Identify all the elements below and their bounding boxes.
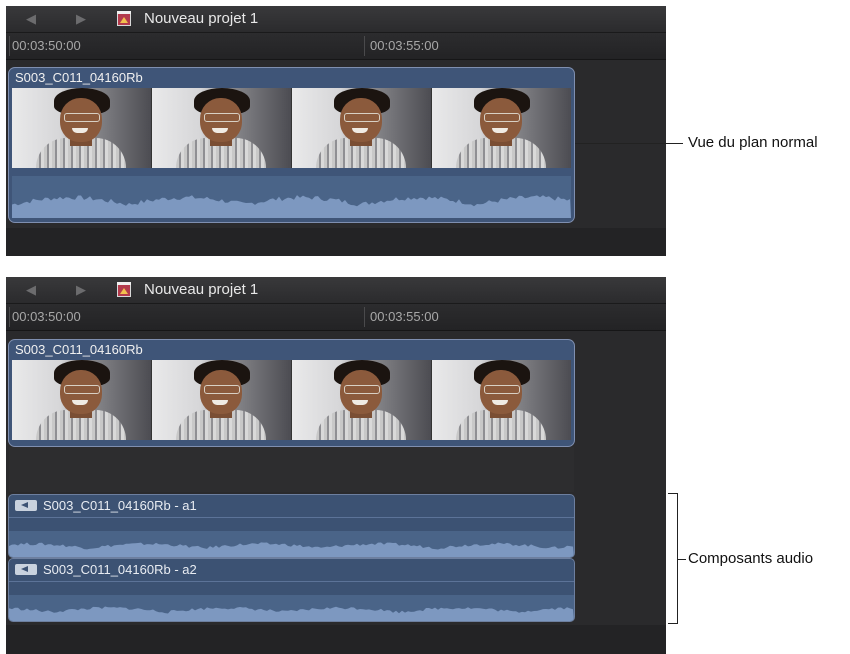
empty-track xyxy=(6,228,666,256)
back-arrow-icon[interactable]: ◀ xyxy=(26,282,36,298)
video-thumbnail xyxy=(292,360,431,440)
clip-name: S003_C011_04160Rb xyxy=(15,70,143,85)
callout-audio-components: Composants audio xyxy=(688,550,814,567)
ruler-tick xyxy=(9,307,10,327)
empty-track xyxy=(9,447,574,492)
video-thumbnail xyxy=(152,360,291,440)
waveform-shape xyxy=(12,195,571,218)
video-thumbnail xyxy=(12,88,151,168)
video-clip[interactable]: S003_C011_04160Rb xyxy=(9,340,574,446)
filmstrip xyxy=(12,88,571,168)
video-thumbnail xyxy=(12,360,151,440)
timeline-panel-normal: ◀ ▶ Nouveau projet 1 00:03:50:00 00:03:5… xyxy=(6,6,666,256)
project-icon xyxy=(117,11,131,26)
timeline-ruler[interactable]: 00:03:50:00 00:03:55:00 xyxy=(6,33,666,60)
project-icon xyxy=(117,282,131,297)
ruler-tick xyxy=(364,36,365,56)
video-thumbnail xyxy=(292,88,431,168)
audio-component-a1[interactable]: S003_C011_04160Rb - a1 xyxy=(9,495,574,557)
clip-name: S003_C011_04160Rb xyxy=(15,342,143,357)
callout-normal-view: Vue du plan normal xyxy=(688,134,818,151)
video-thumbnail xyxy=(432,88,571,168)
audio-component-label: S003_C011_04160Rb - a1 xyxy=(15,498,197,513)
waveform-shape xyxy=(9,606,574,621)
forward-arrow-icon[interactable]: ▶ xyxy=(76,282,86,298)
filmstrip xyxy=(12,360,571,440)
audio-waveform xyxy=(9,531,574,557)
speaker-icon xyxy=(15,564,37,575)
speaker-icon xyxy=(15,500,37,511)
waveform-shape xyxy=(9,542,574,557)
forward-arrow-icon[interactable]: ▶ xyxy=(76,11,86,27)
callout-line xyxy=(678,559,686,560)
project-title: Nouveau projet 1 xyxy=(144,10,259,27)
video-clip[interactable]: S003_C011_04160Rb xyxy=(9,68,574,222)
callout-line xyxy=(575,143,683,144)
timeline-titlebar: ◀ ▶ Nouveau projet 1 xyxy=(6,6,666,33)
timecode-label: 00:03:50:00 xyxy=(12,309,81,324)
volume-line[interactable] xyxy=(9,517,574,518)
video-thumbnail xyxy=(432,360,571,440)
back-arrow-icon[interactable]: ◀ xyxy=(26,11,36,27)
audio-waveform xyxy=(12,176,571,218)
audio-component-name: S003_C011_04160Rb - a1 xyxy=(43,498,197,513)
timecode-label: 00:03:55:00 xyxy=(370,38,439,53)
callout-bracket xyxy=(668,493,678,624)
video-thumbnail xyxy=(152,88,291,168)
volume-line[interactable] xyxy=(9,581,574,582)
audio-waveform xyxy=(9,595,574,621)
audio-component-name: S003_C011_04160Rb - a2 xyxy=(43,562,197,577)
timecode-label: 00:03:55:00 xyxy=(370,309,439,324)
timecode-label: 00:03:50:00 xyxy=(12,38,81,53)
ruler-tick xyxy=(9,36,10,56)
ruler-tick xyxy=(364,307,365,327)
timeline-ruler[interactable]: 00:03:50:00 00:03:55:00 xyxy=(6,304,666,331)
audio-component-label: S003_C011_04160Rb - a2 xyxy=(15,562,197,577)
timeline-titlebar: ◀ ▶ Nouveau projet 1 xyxy=(6,277,666,304)
project-title: Nouveau projet 1 xyxy=(144,281,259,298)
audio-component-a2[interactable]: S003_C011_04160Rb - a2 xyxy=(9,559,574,621)
empty-track xyxy=(6,625,666,654)
